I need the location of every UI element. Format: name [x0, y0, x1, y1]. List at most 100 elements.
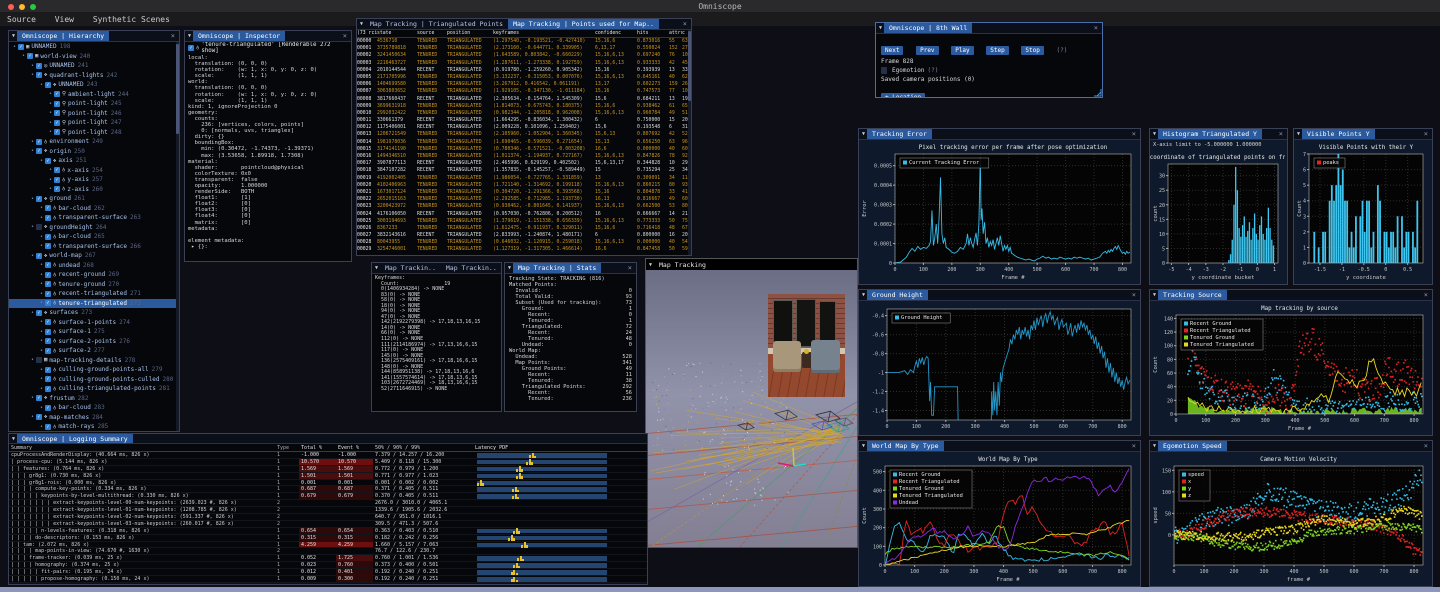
- tab-eighth-wall[interactable]: Omniscope | 8th Wall: [884, 23, 972, 33]
- tree-item-map-matches[interactable]: •✓❖map-matches284: [9, 413, 179, 423]
- tree-item-origin[interactable]: •✓❖origin250: [9, 147, 179, 157]
- tab-map-tracking-2[interactable]: Map Trackin..: [441, 263, 501, 273]
- visibility-checkbox[interactable]: ✓: [54, 91, 60, 97]
- visibility-checkbox[interactable]: ✓: [45, 367, 51, 373]
- panel-collapse-icon[interactable]: ▼: [372, 265, 380, 271]
- tree-item-world-map[interactable]: •✓❖world-map267: [9, 251, 179, 261]
- close-icon[interactable]: ×: [1090, 24, 1102, 32]
- logging-row[interactable]: | | | | | n-levels-features: (0.318 ms, …: [9, 528, 647, 535]
- visibility-checkbox[interactable]: ✓: [45, 272, 51, 278]
- eighth-wall-titlebar[interactable]: ▼ Omniscope | 8th Wall ×: [876, 23, 1102, 34]
- visibility-checkbox[interactable]: ✓: [54, 110, 60, 116]
- close-icon[interactable]: ×: [1128, 130, 1140, 138]
- points-table-row[interactable]: 000194192002405TENUREDTRIANGULATED(1.986…: [357, 175, 691, 182]
- tab-visible-points[interactable]: Visible Points Y: [1302, 129, 1375, 139]
- tree-item-tenure-ground[interactable]: •✓♁tenure-ground270: [9, 280, 179, 290]
- panel-collapse-icon[interactable]: ▼: [9, 33, 17, 39]
- logging-row[interactable]: | | | | homography: (0.374 ms, 25 x)10.0…: [9, 562, 647, 569]
- panel-collapse-icon[interactable]: ▼: [9, 436, 17, 442]
- logging-titlebar[interactable]: ▼ Omniscope | Logging Summary: [9, 434, 647, 444]
- points-table-row[interactable]: 000273832143616RECENTTRIANGULATED(2.8339…: [357, 232, 691, 239]
- viewport-3d-scene[interactable]: [646, 270, 857, 547]
- tab-ground-height[interactable]: Ground Height: [867, 290, 928, 300]
- logging-row[interactable]: | | | gr8g1-rois: (0.000 ms, 826 x)10.00…: [9, 480, 647, 487]
- histogram-y-titlebar[interactable]: ▼Histogram Triangulated Y×: [1150, 129, 1287, 140]
- tree-item-axis[interactable]: •✓❖axis251: [9, 156, 179, 166]
- logging-row[interactable]: | | | | | | | extract-keypoints-level-03…: [9, 521, 647, 528]
- visibility-checkbox[interactable]: ✓: [45, 205, 51, 211]
- visibility-checkbox[interactable]: ✓: [36, 414, 42, 420]
- logging-row[interactable]: cpuProcessAndRenderDisplay: (40.664 ms, …: [9, 452, 647, 459]
- step-button[interactable]: Step: [986, 46, 1008, 55]
- points-table-row[interactable]: 000222652015163TENUREDTRIANGULATED(2.292…: [357, 196, 691, 203]
- points-table-row[interactable]: 000233200423972TENUREDTRIANGULATED(0.930…: [357, 203, 691, 210]
- logging-row[interactable]: | | | | | | | extract-keypoints-level-01…: [9, 507, 647, 514]
- logging-row[interactable]: | | tam: (2.072 ms, 826 x)14.2594.2591.6…: [9, 542, 647, 549]
- scrollbar-thumb[interactable]: [688, 31, 691, 101]
- panel-collapse-icon[interactable]: ▼: [859, 292, 867, 298]
- tree-item-UNNAMED[interactable]: •✓❖UNNAMED243: [9, 80, 179, 90]
- close-icon[interactable]: ×: [339, 32, 351, 40]
- close-icon[interactable]: ×: [167, 32, 179, 40]
- points-table-row[interactable]: 000244176106050RECENTTRIANGULATED(0.9570…: [357, 211, 691, 218]
- tree-item-quadrant-lights[interactable]: •✓❖quadrant-lights242: [9, 71, 179, 81]
- tab-map-tracking-stats[interactable]: Map Tracking | Stats: [513, 263, 601, 273]
- visibility-checkbox[interactable]: ✓: [27, 53, 33, 59]
- tracking-error-titlebar[interactable]: ▼Tracking Error×: [859, 129, 1140, 140]
- viewport-titlebar[interactable]: ▼ Map Tracking: [646, 259, 857, 270]
- visibility-checkbox[interactable]: ✓: [36, 395, 42, 401]
- next-button[interactable]: Next: [881, 46, 903, 55]
- visibility-checkbox[interactable]: ✓: [36, 253, 42, 259]
- points-table-row[interactable]: 000004536710TENUREDTRIANGULATED(1.297540…: [357, 38, 691, 45]
- visibility-checkbox[interactable]: ✓: [36, 310, 42, 316]
- tree-item-culling-ground-points-all[interactable]: •✓♁culling-ground-points-all279: [9, 365, 179, 375]
- tab-tracking-error[interactable]: Tracking Error: [867, 129, 932, 139]
- points-table-row[interactable]: 000023241450634TENUREDTRIANGULATED(1.643…: [357, 52, 691, 59]
- logging-row[interactable]: | | | | do-descriptors: (0.153 ms, 826 x…: [9, 535, 647, 542]
- tree-item-y-axis[interactable]: •✓♁y-axis257: [9, 175, 179, 185]
- play-button[interactable]: Play: [951, 46, 973, 55]
- logging-row[interactable]: | | | | map-points-in-view: (74.670 #, 1…: [9, 548, 647, 555]
- tree-item-x-axis[interactable]: •✓♁x-axis254: [9, 166, 179, 176]
- points-table-row[interactable]: 00011330661379RECENTTRIANGULATED(1.66429…: [357, 117, 691, 124]
- panel-collapse-icon[interactable]: ▼: [505, 265, 513, 271]
- tree-item-world-view[interactable]: •✓▣world-view240: [9, 52, 179, 62]
- tree-item-point-light[interactable]: •✓⚲point-light248: [9, 128, 179, 138]
- tree-item-transparent-surface[interactable]: •✓♁transparent-surface266: [9, 242, 179, 252]
- visibility-checkbox[interactable]: ✓: [45, 82, 51, 88]
- tree-item-culling-triangulated-points[interactable]: •✓♁culling-triangulated-points281: [9, 384, 179, 394]
- panel-collapse-icon[interactable]: ▼: [876, 25, 884, 31]
- tree-item-tenure-triangulated[interactable]: •✓♁tenure-triangulated272: [9, 299, 179, 309]
- visibility-checkbox[interactable]: ✓: [45, 348, 51, 354]
- close-icon[interactable]: ×: [1420, 442, 1432, 450]
- tree-item-surface-2[interactable]: •✓♁surface-2277: [9, 346, 179, 356]
- close-icon[interactable]: ×: [679, 20, 691, 28]
- logging-row[interactable]: | | | | | | | extract-keypoints-level-00…: [9, 500, 647, 507]
- panel-collapse-icon[interactable]: ▼: [1150, 292, 1158, 298]
- tree-item-point-light[interactable]: •✓⚲point-light245: [9, 99, 179, 109]
- points-table-row[interactable]: 000073063803652TENUREDTRIANGULATED(1.929…: [357, 88, 691, 95]
- visibility-checkbox[interactable]: ✓: [36, 148, 42, 154]
- logging-row[interactable]: | | | frame-tracker: (0.039 ms, 25 x)10.…: [9, 555, 647, 562]
- points-table-row[interactable]: 000161494346510TENUREDTRIANGULATED(1.011…: [357, 153, 691, 160]
- visibility-checkbox[interactable]: [36, 224, 42, 230]
- hierarchy-titlebar[interactable]: ▼ Omniscope | Hierarchy ×: [9, 31, 179, 42]
- tree-item-transparent-surface[interactable]: •✓♁transparent-surface263: [9, 213, 179, 223]
- visibility-checkbox[interactable]: [36, 357, 42, 363]
- tab-inspector[interactable]: Omniscope | Inspector: [193, 31, 285, 41]
- tab-histogram-y[interactable]: Histogram Triangulated Y: [1158, 129, 1262, 139]
- points-table-row[interactable]: 000083817660437RECENTTRIANGULATED(2.3056…: [357, 96, 691, 103]
- tree-item-undead[interactable]: •✓♁undead268: [9, 261, 179, 271]
- tree-item-recent-ground[interactable]: •✓♁recent-ground269: [9, 270, 179, 280]
- tree-item-bar-cloud[interactable]: •✓♁bar-cloud265: [9, 232, 179, 242]
- tree-item-frustum[interactable]: •✓❖frustum282: [9, 394, 179, 404]
- visibility-checkbox[interactable]: ✓: [36, 139, 42, 145]
- visibility-checkbox[interactable]: ✓: [36, 196, 42, 202]
- points-table-scrollbar[interactable]: [688, 30, 691, 255]
- visibility-checkbox[interactable]: ✓: [45, 338, 51, 344]
- points-table-row[interactable]: 000293254746001TENUREDTRIANGULATED(1.127…: [357, 246, 691, 253]
- add-location-button[interactable]: + Location: [881, 93, 925, 97]
- visibility-checkbox[interactable]: ✓: [45, 243, 51, 249]
- tree-item-z-axis[interactable]: •✓♁z-axis260: [9, 185, 179, 195]
- tree-item-bar-cloud[interactable]: •✓♁bar-cloud262: [9, 204, 179, 214]
